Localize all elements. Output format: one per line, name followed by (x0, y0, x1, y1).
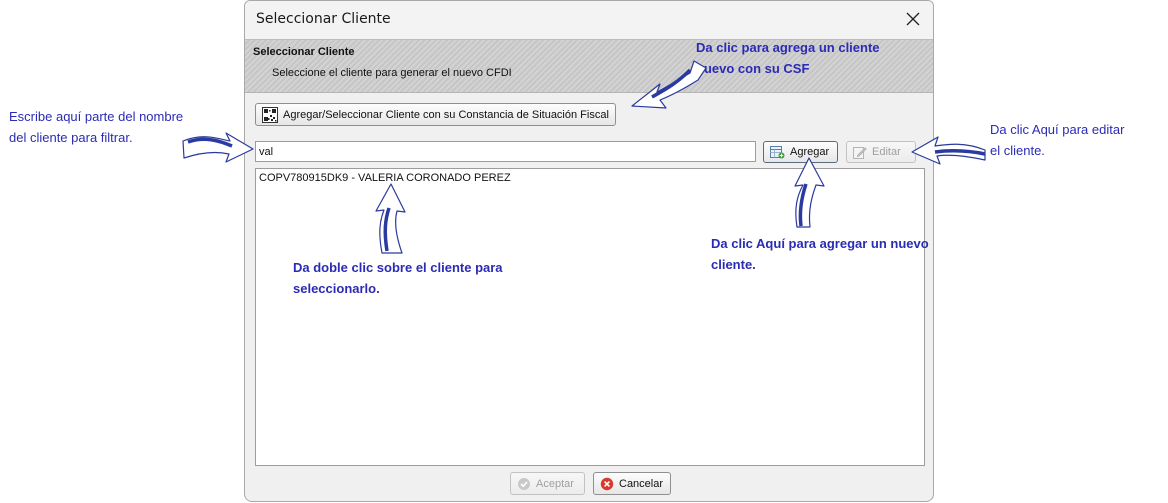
accept-check-icon (518, 477, 530, 490)
title-bar: Seleccionar Cliente (245, 1, 933, 39)
edit-button-label: Editar (872, 146, 901, 158)
select-hint-line-2: seleccionarlo. (293, 281, 380, 296)
client-list[interactable]: COPV780915DK9 - VALERIA CORONADO PEREZ (255, 168, 925, 466)
add-hint-line-1: Da clic Aquí para agregar un nuevo (711, 236, 929, 251)
cancel-button[interactable]: Cancelar (593, 472, 671, 495)
add-button-label: Agregar (790, 146, 830, 158)
header-title: Seleccionar Cliente (253, 46, 355, 58)
client-list-item[interactable]: COPV780915DK9 - VALERIA CORONADO PEREZ (259, 172, 511, 184)
search-hint-line-1: Escribe aquí parte del nombre (9, 109, 184, 124)
edit-icon (853, 147, 867, 159)
dialog-title: Seleccionar Cliente (256, 11, 391, 27)
accept-button-label: Aceptar (536, 477, 574, 490)
add-client-button[interactable]: Agregar (763, 141, 838, 163)
add-hint-line-2: cliente. (711, 257, 756, 272)
select-hint-line-1: Da doble clic sobre el cliente para (293, 260, 503, 275)
close-icon (906, 12, 920, 26)
client-search-input[interactable] (255, 141, 756, 162)
csf-hint-text: Da clic para agrega un cliente nuevo con… (696, 37, 880, 79)
csf-hint-line-2: nuevo con su CSF (696, 61, 810, 76)
add-hint-text: Da clic Aquí para agregar un nuevo clien… (711, 233, 929, 275)
edit-hint-line-1: Da clic Aquí para editar (990, 122, 1125, 137)
edit-hint-text: Da clic Aquí para editar el cliente. (990, 119, 1124, 161)
cancel-button-label: Cancelar (619, 477, 664, 490)
csf-button-label: Agregar/Seleccionar Cliente con su Const… (283, 108, 609, 121)
close-button[interactable] (901, 7, 925, 31)
edit-hint-line-2: el cliente. (990, 143, 1045, 158)
add-client-icon (770, 146, 785, 159)
search-hint-line-2: del cliente para filtrar. (9, 130, 133, 145)
select-hint-text: Da doble clic sobre el cliente para sele… (293, 257, 503, 299)
accept-button[interactable]: Aceptar (510, 472, 585, 495)
csf-qr-icon (262, 106, 278, 123)
cancel-x-icon (600, 477, 614, 490)
search-hint-text: Escribe aquí parte del nombre del client… (9, 106, 183, 148)
header-subtitle: Seleccione el cliente para generar el nu… (272, 67, 512, 79)
add-client-csf-button[interactable]: Agregar/Seleccionar Cliente con su Const… (255, 103, 616, 126)
csf-hint-line-1: Da clic para agrega un cliente (696, 40, 880, 55)
edit-client-button[interactable]: Editar (846, 141, 916, 163)
